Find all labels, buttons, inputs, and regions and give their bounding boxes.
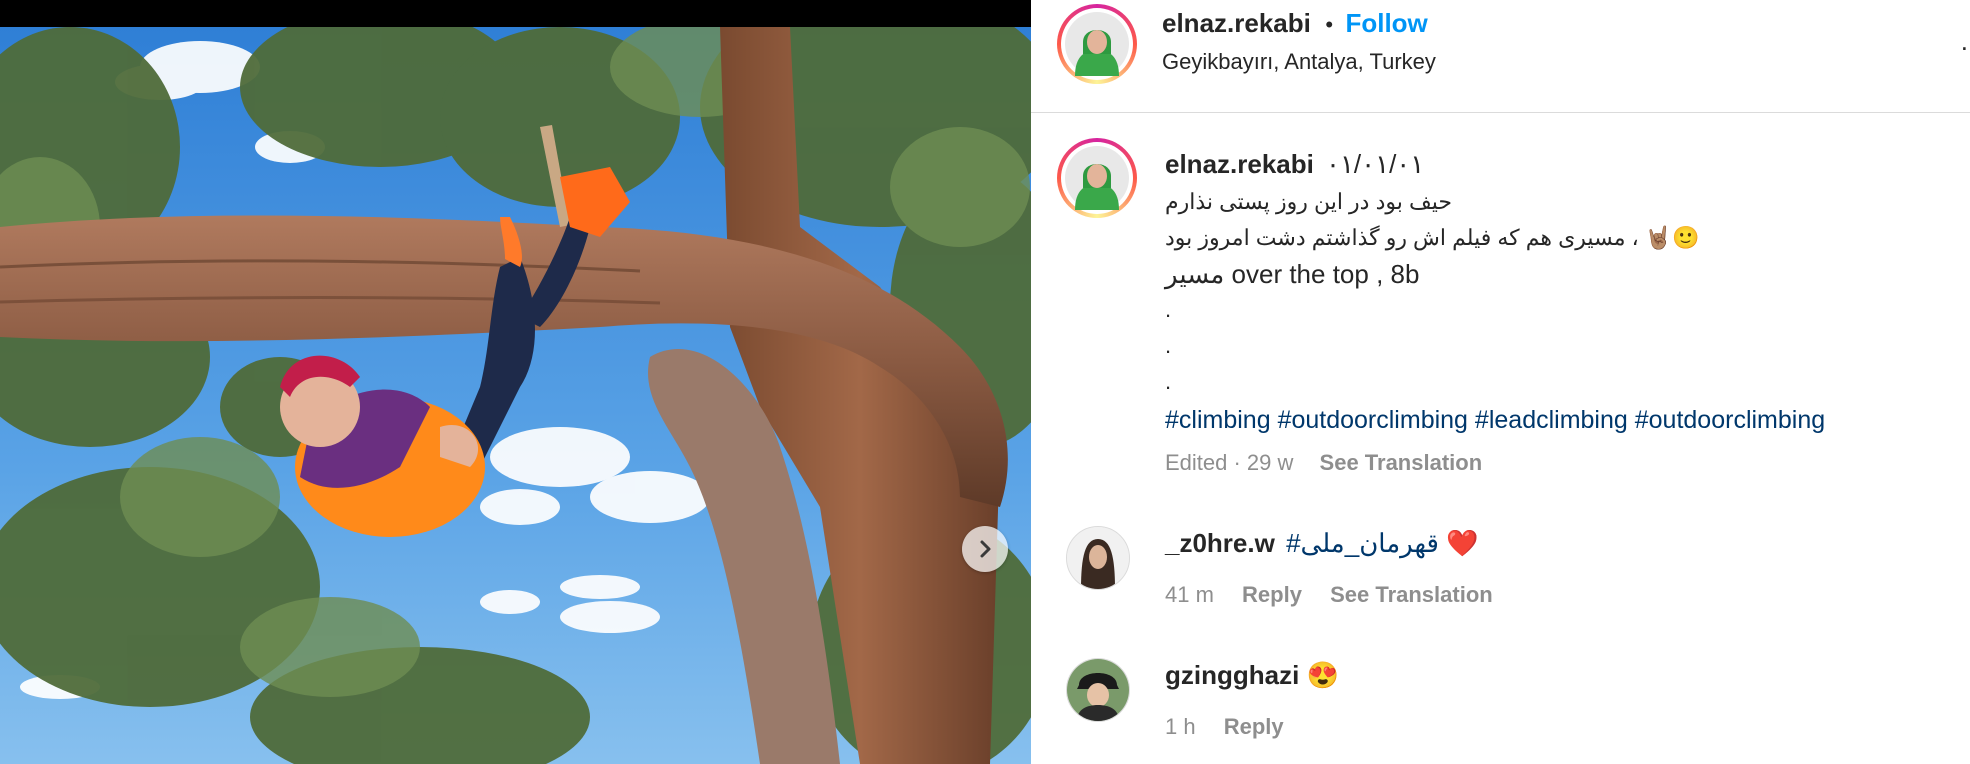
comment-hashtag[interactable]: #قهرمان_ملی — [1286, 528, 1439, 558]
caption-author-avatar[interactable] — [1057, 138, 1137, 218]
caption-line: . — [1165, 297, 1172, 322]
comment: _z0hre.w #قهرمان_ملی ❤️ — [1165, 528, 1479, 559]
comment-time: 1 h — [1165, 714, 1196, 739]
climber-hanging-from-pine-branch-image — [0, 27, 1031, 764]
post-header: elnaz.rekabi • Follow Geyikbayırı, Antal… — [1031, 0, 1970, 113]
comment-time: 41 m — [1165, 582, 1214, 607]
post-caption: elnaz.rekabi ۰۱/۰۱/۰۱ حیف بود در این روز… — [1165, 146, 1965, 440]
header-separator: • — [1325, 12, 1334, 37]
comment-username[interactable]: _z0hre.w — [1165, 528, 1275, 558]
reply-button[interactable]: Reply — [1242, 582, 1302, 607]
caption-line: حیف بود در این روز پستی نذارم — [1165, 189, 1452, 214]
caption-meta: Edited · 29 w See Translation — [1165, 450, 1482, 476]
caption-username[interactable]: elnaz.rekabi — [1165, 149, 1314, 179]
photo-top-bar — [0, 0, 1031, 27]
caption-date: ۰۱/۰۱/۰۱ — [1325, 149, 1425, 179]
caption-hashtags: #climbing #outdoorclimbing #leadclimbing… — [1165, 400, 1965, 440]
comment-username[interactable]: gzingghazi — [1165, 660, 1299, 690]
post-photo[interactable] — [0, 0, 1031, 764]
commenter-avatar-image — [1067, 527, 1129, 589]
reply-button[interactable]: Reply — [1224, 714, 1284, 739]
heart-emoji: ❤️ — [1446, 528, 1479, 558]
author-avatar[interactable] — [1057, 4, 1137, 84]
commenter-avatar[interactable] — [1066, 658, 1130, 722]
comment-meta: 1 h Reply — [1165, 714, 1284, 740]
heart-eyes-emoji: 😍 — [1306, 660, 1339, 690]
author-username[interactable]: elnaz.rekabi — [1162, 8, 1311, 38]
commenter-avatar-image — [1067, 659, 1129, 721]
follow-button[interactable]: Follow — [1345, 8, 1427, 38]
comment-meta: 41 m Reply See Translation — [1165, 582, 1493, 608]
hashtag-link[interactable]: #outdoorclimbing — [1278, 406, 1468, 434]
caption-line: مسیر over the top , 8b — [1165, 259, 1420, 289]
author-avatar-image — [1065, 12, 1129, 76]
caption-author-avatar-image — [1065, 146, 1129, 210]
more-options-icon[interactable]: . — [1961, 28, 1968, 54]
hashtag-link[interactable]: #climbing — [1165, 406, 1271, 434]
see-translation-link[interactable]: See Translation — [1330, 582, 1493, 607]
comment: gzingghazi 😍 — [1165, 660, 1339, 691]
caption-edited-time: Edited · 29 w — [1165, 450, 1294, 475]
see-translation-link[interactable]: See Translation — [1320, 450, 1483, 475]
post-side-panel: elnaz.rekabi • Follow Geyikbayırı, Antal… — [1031, 0, 1970, 764]
next-photo-button[interactable] — [962, 526, 1008, 572]
caption-line: . — [1165, 369, 1172, 394]
hashtag-link[interactable]: #leadclimbing — [1475, 406, 1628, 434]
post-location[interactable]: Geyikbayırı, Antalya, Turkey — [1162, 49, 1436, 75]
caption-line: مسیری هم که فیلم اش رو گذاشتم دشت امروز … — [1165, 225, 1700, 250]
chevron-right-icon — [980, 540, 991, 558]
commenter-avatar[interactable] — [1066, 526, 1130, 590]
caption-line: . — [1165, 333, 1172, 358]
hashtag-link[interactable]: #outdoorclimbing — [1635, 406, 1825, 434]
